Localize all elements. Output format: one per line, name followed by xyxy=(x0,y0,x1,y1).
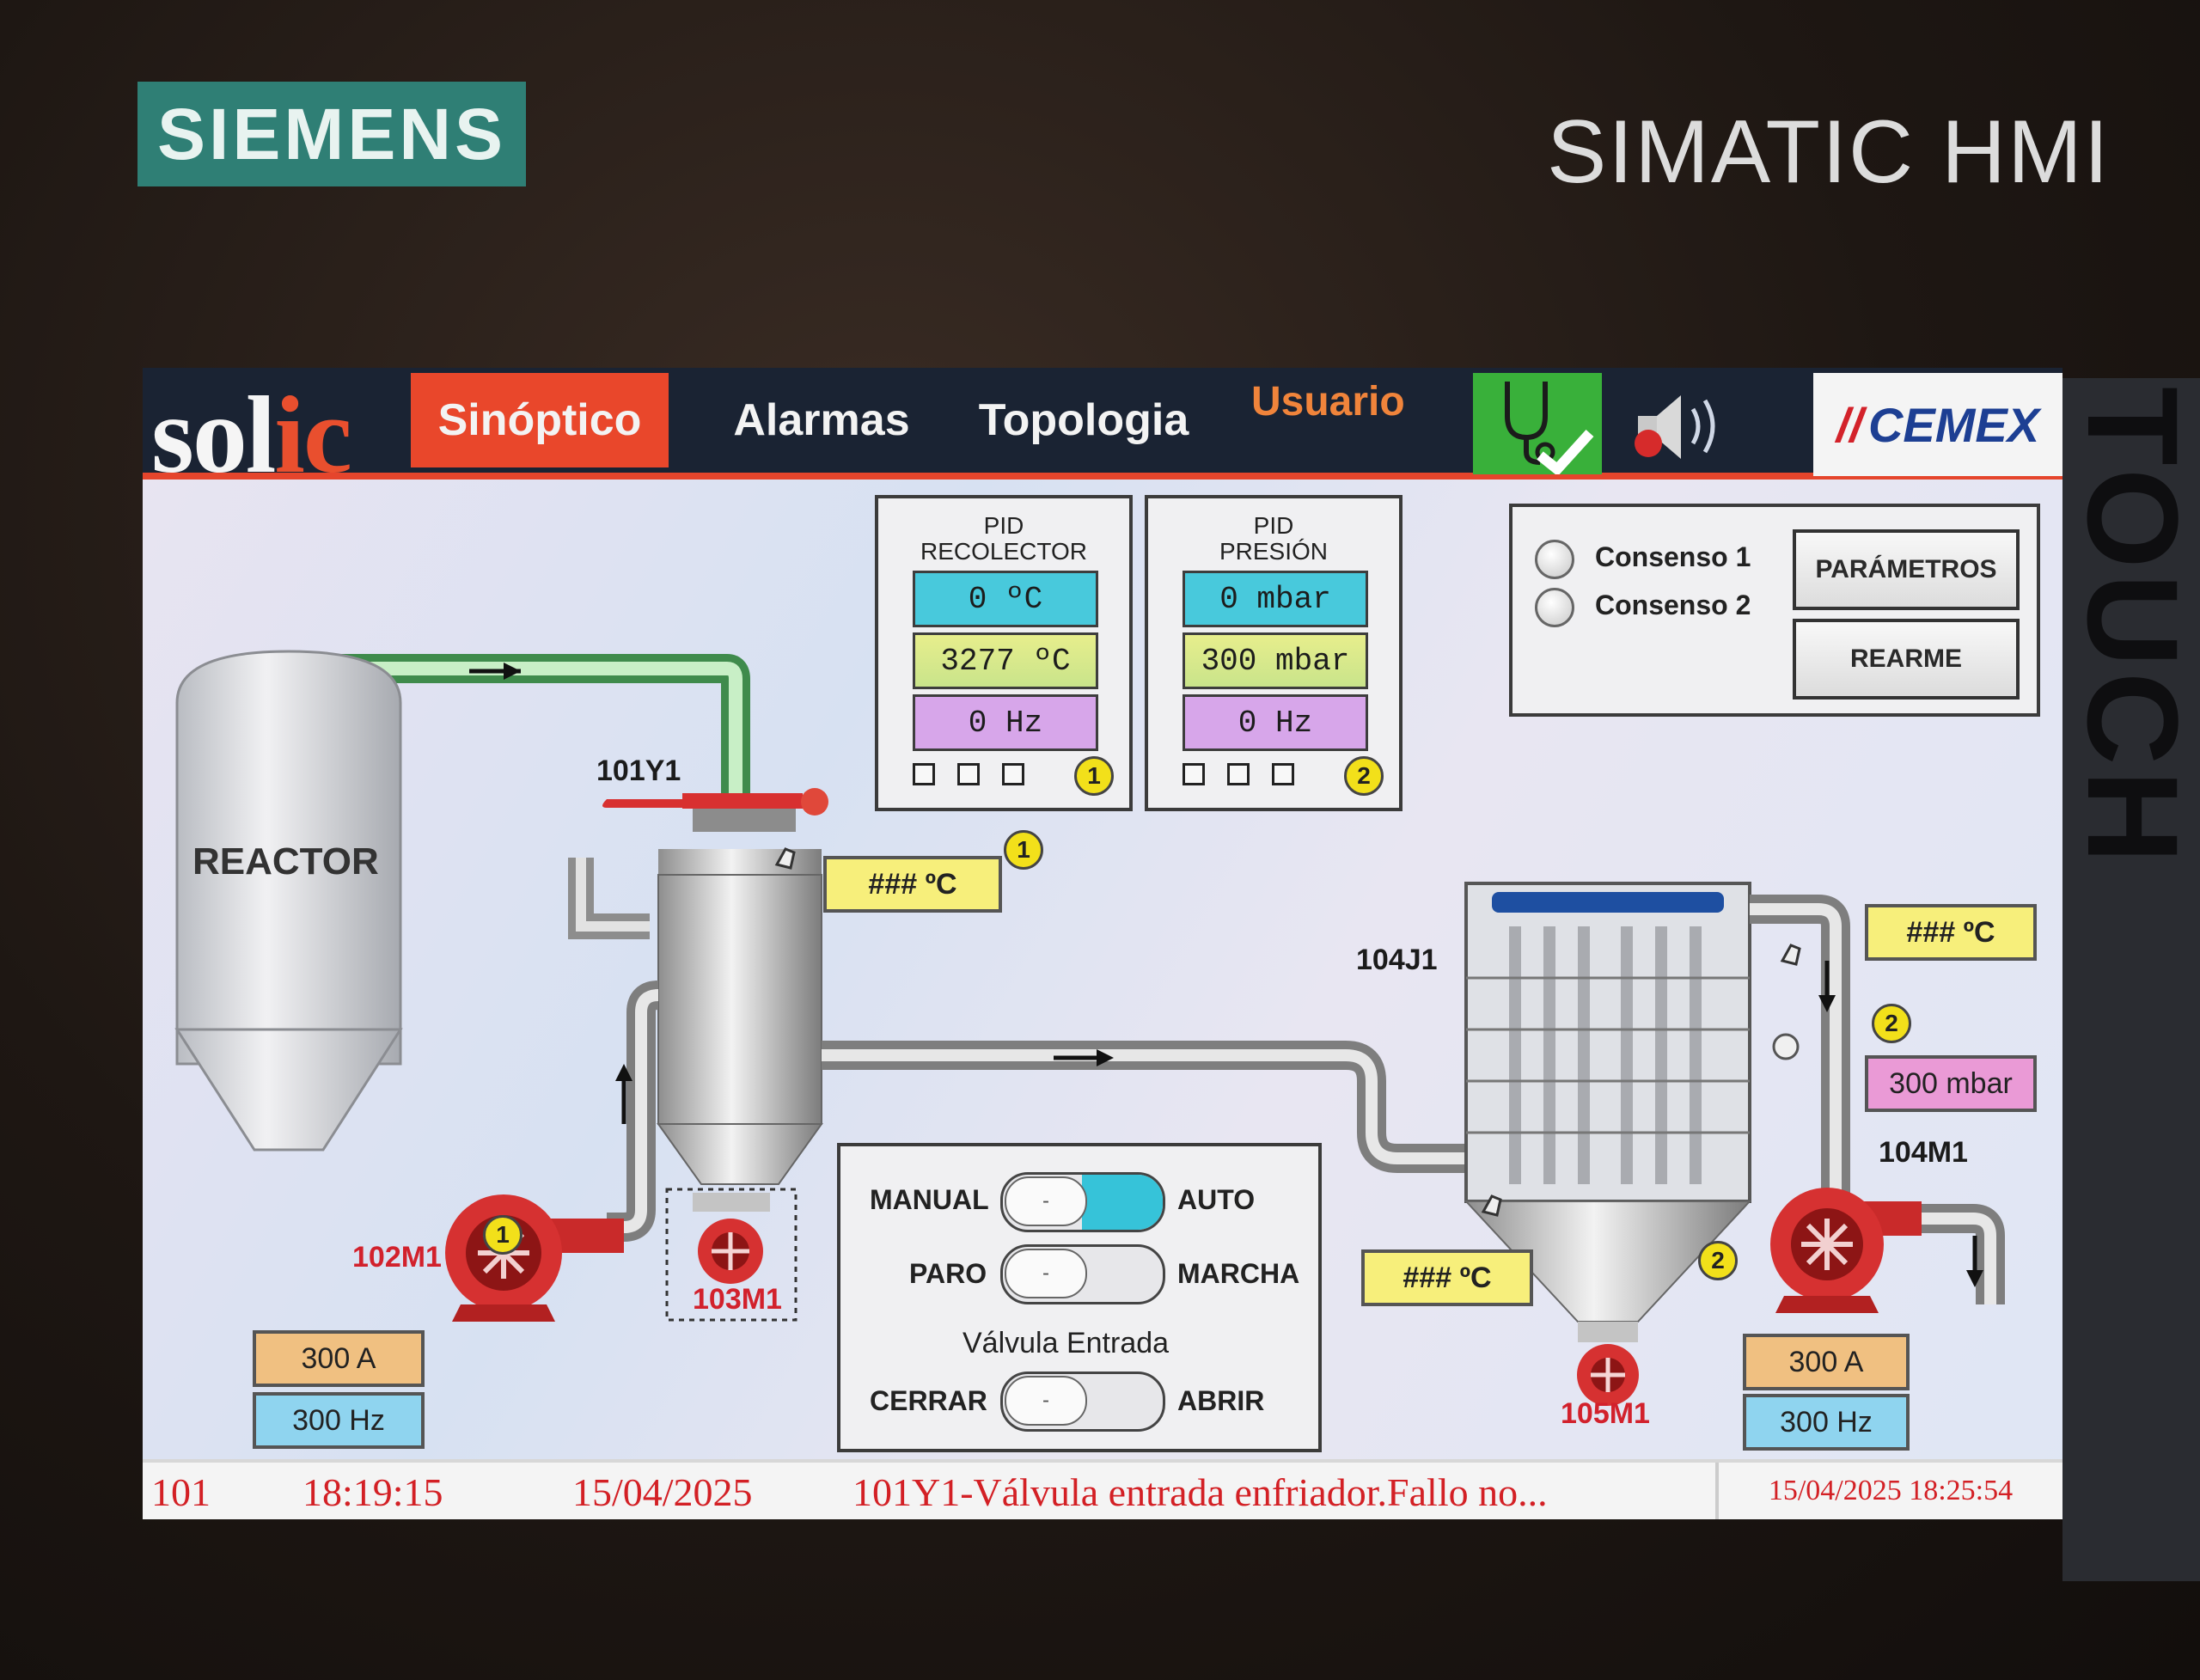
manual-auto-toggle[interactable]: - xyxy=(1000,1172,1165,1232)
cerrar-abrir-toggle[interactable]: - xyxy=(1000,1371,1165,1432)
fan-104m1-label[interactable]: 104M1 xyxy=(1879,1136,1968,1170)
pid-presion-panel[interactable]: PID PRESIÓN 0 mbar 300 mbar 0 Hz 2 xyxy=(1145,495,1402,811)
reactor-vessel xyxy=(174,650,403,1152)
fan-102m1-frequency: 300 Hz xyxy=(253,1392,425,1449)
pid-presion-badge: 2 xyxy=(1344,756,1384,796)
auto-label: AUTO xyxy=(1177,1184,1256,1215)
filter-104j1-label[interactable]: 104J1 xyxy=(1356,944,1438,977)
pid-presion-title-1: PID xyxy=(1253,512,1294,539)
paro-marcha-toggle[interactable]: - xyxy=(1000,1244,1165,1304)
pid-presion-title-2: PRESIÓN xyxy=(1219,538,1329,565)
pid-presion-indicator xyxy=(1272,763,1294,785)
pid-presion-output: 0 Hz xyxy=(1182,694,1368,751)
mode-control-panel: MANUAL - AUTO PARO - MARCHA Válvula Entr… xyxy=(837,1143,1322,1452)
tab-topologia[interactable]: Topologia xyxy=(942,373,1225,467)
fan-104m1-graphic xyxy=(1770,1188,1922,1313)
pid-recolector-title-2: RECOLECTOR xyxy=(920,538,1087,565)
pressure-badge: 2 xyxy=(1872,1004,1911,1043)
pid-recolector-title-1: PID xyxy=(983,512,1024,539)
fan-102m1-badge: 1 xyxy=(483,1215,522,1255)
hand-cursor-icon xyxy=(1780,944,1801,966)
hmi-screen: solic Sinóptico Alarmas Topologia Usuari… xyxy=(143,368,2062,1519)
consenso-2-indicator xyxy=(1535,588,1574,627)
stethoscope-check-icon xyxy=(1505,382,1594,477)
rearme-button[interactable]: REARME xyxy=(1793,619,2020,699)
motor-105m1-graphic xyxy=(1577,1322,1639,1406)
marcha-label: MARCHA xyxy=(1177,1258,1300,1289)
hopper-temperature-display: ### ºC xyxy=(1361,1249,1533,1306)
speaker-icon xyxy=(1635,395,1715,459)
fan-104m1-frequency: 300 Hz xyxy=(1743,1394,1910,1451)
cooler-vessel xyxy=(568,788,828,1185)
abrir-label: ABRIR xyxy=(1177,1385,1265,1416)
consenso-1-indicator xyxy=(1535,540,1574,579)
motor-105m1-label[interactable]: 105M1 xyxy=(1561,1397,1650,1431)
parametros-button[interactable]: PARÁMETROS xyxy=(1793,529,2020,610)
pid-presion-indicator xyxy=(1182,763,1205,785)
pid-recolector-output: 0 Hz xyxy=(913,694,1098,751)
cooler-temp-badge: 1 xyxy=(1004,830,1043,870)
top-navigation-bar: solic Sinóptico Alarmas Topologia Usuari… xyxy=(143,368,2062,496)
pid-presion-actual: 0 mbar xyxy=(1182,571,1368,627)
consensus-panel: Consenso 1 Consenso 2 PARÁMETROS REARME xyxy=(1509,504,2040,717)
pid-recolector-panel[interactable]: PID RECOLECTOR 0 ºC 3277 ºC 0 Hz 1 xyxy=(875,495,1133,811)
pid-recolector-indicator xyxy=(1002,763,1024,785)
fan-102m1-current: 300 A xyxy=(253,1330,425,1387)
pid-recolector-indicator xyxy=(913,763,935,785)
pid-presion-indicator xyxy=(1227,763,1250,785)
fan-104m1-current: 300 A xyxy=(1743,1334,1910,1390)
filter-pressure-display: 300 mbar xyxy=(1865,1055,2037,1112)
alarm-sound-button[interactable] xyxy=(1621,383,1741,469)
fan-102m1-label[interactable]: 102M1 xyxy=(352,1241,442,1274)
cooler-temperature-display: ### ºC xyxy=(823,856,1002,913)
cemex-logo: //CEMEX xyxy=(1813,373,2062,476)
usuario-button[interactable]: Usuario xyxy=(1251,378,1405,425)
pid-recolector-setpoint[interactable]: 3277 ºC xyxy=(913,632,1098,689)
motor-103m1-label[interactable]: 103M1 xyxy=(693,1283,782,1317)
valve-101y1-label[interactable]: 101Y1 xyxy=(596,754,681,788)
filter-outlet-temperature-display: ### ºC xyxy=(1865,904,2037,961)
consenso-2-label: Consenso 2 xyxy=(1595,590,1751,620)
simatic-hmi-label: SIMATIC HMI xyxy=(1547,102,2111,202)
reactor-label: REACTOR xyxy=(192,840,379,883)
tab-sinoptico[interactable]: Sinóptico xyxy=(411,373,669,467)
system-clock: 15/04/2025 18:25:54 xyxy=(1715,1463,2062,1519)
pid-presion-setpoint[interactable]: 300 mbar xyxy=(1182,632,1368,689)
pid-recolector-indicator xyxy=(957,763,980,785)
alarm-message: 101Y1-Válvula entrada enfriador.Fallo no… xyxy=(852,1470,1548,1514)
alarm-status-bar[interactable]: 101 18:19:15 15/04/2025 101Y1-Válvula en… xyxy=(143,1459,2062,1519)
hopper-temp-badge: 2 xyxy=(1698,1241,1738,1280)
touch-label: TOUCH xyxy=(2061,387,2200,869)
alarm-code: 101 xyxy=(151,1470,211,1514)
alarm-date: 15/04/2025 xyxy=(572,1470,753,1514)
paro-label: PARO xyxy=(909,1258,987,1289)
pid-recolector-badge: 1 xyxy=(1074,756,1114,796)
alarm-time: 18:19:15 xyxy=(302,1470,443,1514)
siemens-logo: SIEMENS xyxy=(138,82,526,186)
diagnostics-button[interactable] xyxy=(1473,373,1602,477)
fan-102m1-graphic xyxy=(445,1194,624,1322)
manual-label: MANUAL xyxy=(870,1184,989,1215)
consenso-1-label: Consenso 1 xyxy=(1595,541,1751,572)
tab-alarmas[interactable]: Alarmas xyxy=(701,373,942,467)
cerrar-label: CERRAR xyxy=(870,1385,987,1416)
pid-recolector-actual: 0 ºC xyxy=(913,571,1098,627)
valvula-entrada-title: Válvula Entrada xyxy=(962,1327,1170,1359)
touch-side-strip: TOUCH xyxy=(2061,378,2200,1581)
